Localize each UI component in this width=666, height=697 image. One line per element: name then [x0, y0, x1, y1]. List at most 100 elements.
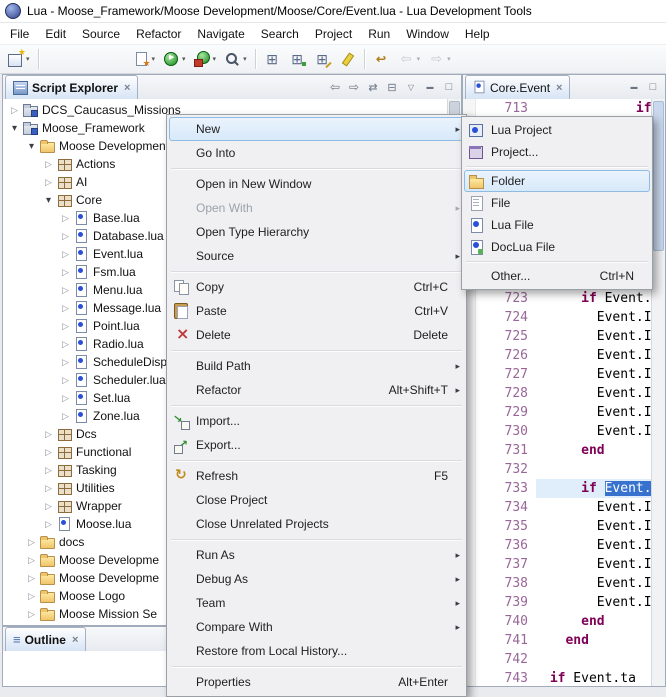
expand-arrow-icon[interactable]: ▷ [58, 357, 73, 368]
menu-run[interactable]: Run [360, 24, 398, 44]
menu-item-doclua-file[interactable]: DocLua File [464, 236, 650, 258]
expand-arrow-icon[interactable]: ▾ [24, 141, 39, 152]
expand-arrow-icon[interactable]: ▷ [58, 321, 73, 332]
expand-arrow-icon[interactable]: ▷ [58, 231, 73, 242]
tab-core-event[interactable]: Core.Event × [465, 75, 570, 99]
expand-arrow-icon[interactable]: ▷ [58, 339, 73, 350]
menu-item-other[interactable]: Other...Ctrl+N [464, 265, 650, 287]
code-line-729[interactable]: 729Event.I [463, 403, 665, 422]
scrollbar-thumb[interactable] [653, 101, 664, 251]
menu-item-debug-as[interactable]: Debug As▸ [169, 567, 464, 591]
dropdown-arrow-icon[interactable]: ▾ [182, 55, 186, 63]
expand-arrow-icon[interactable]: ▷ [41, 447, 56, 458]
dropdown-arrow-icon[interactable]: ▾ [152, 55, 156, 63]
code-line-738[interactable]: 738Event.I [463, 574, 665, 593]
code-line-743[interactable]: 743if Event.ta [463, 669, 665, 686]
expand-arrow-icon[interactable]: ▷ [41, 177, 56, 188]
expand-arrow-icon[interactable]: ▷ [41, 483, 56, 494]
expand-arrow-icon[interactable]: ▷ [24, 609, 39, 620]
code-line-731[interactable]: 731end [463, 441, 665, 460]
code-line-723[interactable]: 723if Event. [463, 289, 665, 308]
last-edit-location-button[interactable] [369, 46, 394, 72]
expand-arrow-icon[interactable]: ▷ [41, 429, 56, 440]
code-line-739[interactable]: 739Event.I [463, 593, 665, 612]
expand-arrow-icon[interactable]: ▷ [24, 555, 39, 566]
maximize-icon[interactable] [644, 78, 662, 96]
expand-arrow-icon[interactable]: ▾ [7, 123, 22, 134]
close-icon[interactable]: × [556, 82, 562, 94]
run-button[interactable]: ▾ [159, 46, 190, 72]
menu-source[interactable]: Source [74, 24, 128, 44]
code-line-724[interactable]: 724Event.I [463, 308, 665, 327]
tab-script-explorer[interactable]: Script Explorer × [5, 75, 138, 99]
menu-search[interactable]: Search [253, 24, 307, 44]
code-line-727[interactable]: 727Event.I [463, 365, 665, 384]
expand-arrow-icon[interactable]: ▷ [24, 537, 39, 548]
menu-item-go-into[interactable]: Go Into [169, 141, 464, 165]
menu-item-source[interactable]: Source▸ [169, 244, 464, 268]
menu-project[interactable]: Project [307, 24, 360, 44]
code-line-725[interactable]: 725Event.I [463, 327, 665, 346]
expand-arrow-icon[interactable]: ▷ [58, 303, 73, 314]
expand-arrow-icon[interactable]: ▷ [58, 375, 73, 386]
code-line-728[interactable]: 728Event.I [463, 384, 665, 403]
minimize-icon[interactable] [625, 78, 643, 96]
menu-item-paste[interactable]: PasteCtrl+V [169, 299, 464, 323]
menu-item-close-project[interactable]: Close Project [169, 488, 464, 512]
minimize-icon[interactable] [421, 78, 439, 96]
menu-file[interactable]: File [2, 24, 37, 44]
menu-item-open-type-hierarchy[interactable]: Open Type Hierarchy [169, 220, 464, 244]
menu-item-lua-file[interactable]: Lua File [464, 214, 650, 236]
menu-item-refactor[interactable]: RefactorAlt+Shift+T▸ [169, 378, 464, 402]
forward-icon[interactable] [345, 78, 363, 96]
menu-item-import[interactable]: Import... [169, 409, 464, 433]
code-line-734[interactable]: 734Event.I [463, 498, 665, 517]
code-line-736[interactable]: 736Event.I [463, 536, 665, 555]
code-line-733[interactable]: 733if Event. [463, 479, 665, 498]
mark-occurrences-button[interactable] [335, 46, 360, 72]
table-edit-button[interactable] [310, 46, 335, 72]
menu-item-file[interactable]: File [464, 192, 650, 214]
code-line-740[interactable]: 740end [463, 612, 665, 631]
expand-arrow-icon[interactable]: ▷ [58, 249, 73, 260]
back-icon[interactable] [326, 78, 344, 96]
dropdown-arrow-icon[interactable]: ▾ [213, 55, 217, 63]
code-line-735[interactable]: 735Event.I [463, 517, 665, 536]
expand-arrow-icon[interactable]: ▷ [24, 591, 39, 602]
dropdown-arrow-icon[interactable]: ▾ [243, 55, 247, 63]
dropdown-arrow-icon[interactable]: ▾ [417, 55, 421, 63]
menu-item-close-unrelated-projects[interactable]: Close Unrelated Projects [169, 512, 464, 536]
menu-item-compare-with[interactable]: Compare With▸ [169, 615, 464, 639]
table-view-button[interactable] [260, 46, 285, 72]
menu-navigate[interactable]: Navigate [189, 24, 252, 44]
menu-item-open-in-new-window[interactable]: Open in New Window [169, 172, 464, 196]
menu-item-team[interactable]: Team▸ [169, 591, 464, 615]
menu-edit[interactable]: Edit [37, 24, 74, 44]
expand-arrow-icon[interactable]: ▷ [58, 213, 73, 224]
menu-refactor[interactable]: Refactor [128, 24, 189, 44]
expand-arrow-icon[interactable]: ▷ [58, 285, 73, 296]
menu-item-refresh[interactable]: RefreshF5 [169, 464, 464, 488]
dropdown-arrow-icon[interactable]: ▾ [447, 55, 451, 63]
menu-item-run-as[interactable]: Run As▸ [169, 543, 464, 567]
dropdown-arrow-icon[interactable]: ▾ [26, 55, 30, 63]
menu-item-new[interactable]: New▸ [169, 117, 464, 141]
editor-scrollbar[interactable] [651, 99, 665, 686]
close-icon[interactable]: × [124, 82, 130, 94]
view-menu-icon[interactable] [402, 78, 420, 96]
menu-item-restore-from-local-history[interactable]: Restore from Local History... [169, 639, 464, 663]
menu-item-delete[interactable]: DeleteDelete [169, 323, 464, 347]
back-button[interactable]: ▾ [394, 46, 425, 72]
menu-item-lua-project[interactable]: Lua Project [464, 119, 650, 141]
expand-arrow-icon[interactable]: ▾ [41, 195, 56, 206]
forward-button[interactable]: ▾ [424, 46, 455, 72]
code-line-726[interactable]: 726Event.I [463, 346, 665, 365]
menu-item-project[interactable]: Project... [464, 141, 650, 163]
collapse-all-icon[interactable] [383, 78, 401, 96]
expand-arrow-icon[interactable]: ▷ [7, 105, 22, 116]
expand-arrow-icon[interactable]: ▷ [41, 465, 56, 476]
menu-item-properties[interactable]: PropertiesAlt+Enter [169, 670, 464, 694]
code-line-742[interactable]: 742 [463, 650, 665, 669]
expand-arrow-icon[interactable]: ▷ [41, 501, 56, 512]
menu-item-open-with[interactable]: Open With▸ [169, 196, 464, 220]
